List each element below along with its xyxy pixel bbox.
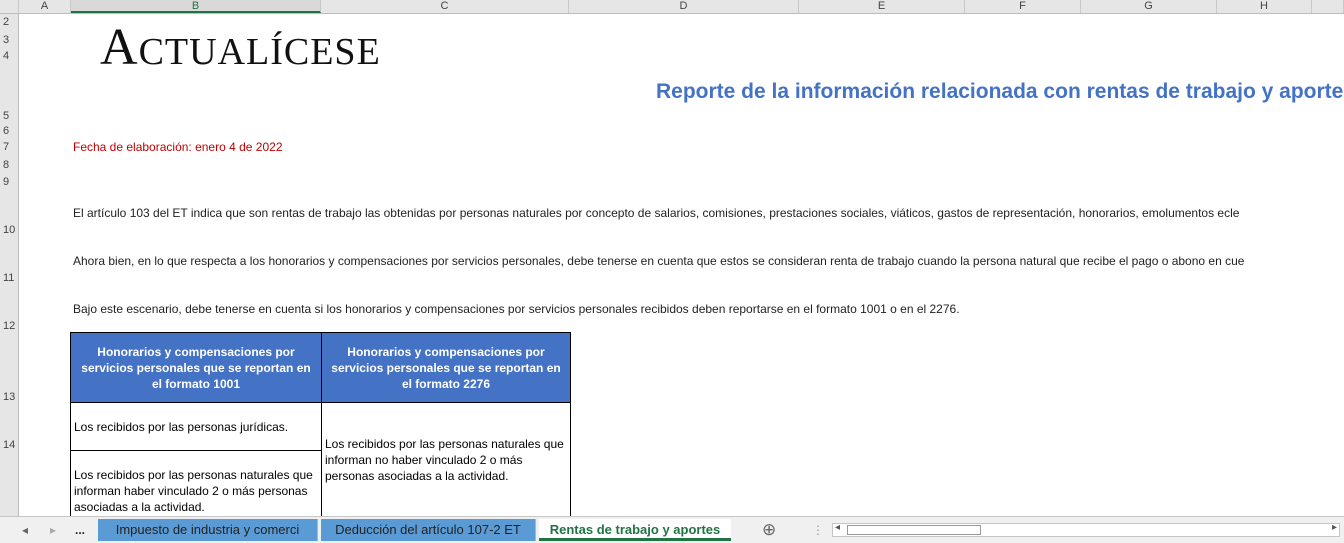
report-title[interactable]: Reporte de la información relacionada co…: [656, 80, 1343, 104]
tab-impuesto-industria[interactable]: Impuesto de industria y comerci: [98, 519, 318, 541]
sheet-tabs-bar: ◂ ▸ ... Impuesto de industria y comerci …: [0, 516, 1344, 543]
splitter-handle-icon[interactable]: ⋮: [812, 519, 824, 541]
paragraph-honorarios[interactable]: Ahora bien, en lo que respecta a los hon…: [73, 254, 1244, 268]
tab-deduccion-107-2[interactable]: Deducción del artículo 107-2 ET: [321, 519, 536, 541]
row-header-bar: 2 3 4 5 6 7 8 9 10 11 12 13 14: [0, 14, 19, 516]
column-header-bar: A B C D E F G H: [0, 0, 1344, 14]
column-header-d[interactable]: D: [569, 0, 799, 13]
tab-rentas-trabajo[interactable]: Rentas de trabajo y aportes: [539, 519, 731, 541]
table-cell-2276-naturales[interactable]: Los recibidos por las personas naturales…: [321, 402, 571, 516]
column-header-c[interactable]: C: [321, 0, 569, 13]
row-header[interactable]: 11: [0, 272, 18, 284]
row-header[interactable]: 14: [0, 439, 18, 451]
scrollbar-thumb[interactable]: [847, 525, 981, 535]
row-header[interactable]: 8: [0, 159, 18, 171]
table-cell-1001-naturales[interactable]: Los recibidos por las personas naturales…: [70, 450, 322, 516]
row-header[interactable]: 12: [0, 320, 18, 332]
column-header-g[interactable]: G: [1081, 0, 1217, 13]
row-header[interactable]: 10: [0, 224, 18, 236]
column-header-i[interactable]: [1312, 0, 1344, 13]
table-header-1001[interactable]: Honorarios y compensaciones por servicio…: [70, 332, 322, 403]
select-all-corner[interactable]: [0, 0, 19, 13]
formats-comparison-table: Honorarios y compensaciones por servicio…: [70, 332, 571, 516]
row-header[interactable]: 7: [0, 141, 18, 153]
row-header[interactable]: 2: [0, 16, 18, 28]
paragraph-articulo-103[interactable]: El artículo 103 del ET indica que son re…: [73, 206, 1239, 220]
row-header[interactable]: 6: [0, 125, 18, 137]
column-header-f[interactable]: F: [965, 0, 1081, 13]
scroll-right-arrow-icon[interactable]: ▸: [1332, 522, 1337, 533]
column-header-a[interactable]: A: [19, 0, 71, 13]
table-cell-juridicas[interactable]: Los recibidos por las personas jurídicas…: [70, 402, 322, 451]
scroll-left-arrow-icon[interactable]: ◂: [835, 522, 840, 533]
tab-scroll-left-icon[interactable]: ◂: [22, 519, 28, 541]
row-header[interactable]: 4: [0, 50, 18, 62]
table-header-2276[interactable]: Honorarios y compensaciones por servicio…: [321, 332, 571, 403]
row-header[interactable]: 5: [0, 110, 18, 122]
tab-scroll-right-icon[interactable]: ▸: [50, 519, 56, 541]
elaboration-date[interactable]: Fecha de elaboración: enero 4 de 2022: [73, 140, 283, 154]
row-header[interactable]: 13: [0, 391, 18, 403]
actualicese-logo: ACTUALÍCESE: [100, 19, 381, 76]
row-header[interactable]: 3: [0, 34, 18, 46]
paragraph-escenario[interactable]: Bajo este escenario, debe tenerse en cue…: [73, 302, 960, 316]
column-header-e[interactable]: E: [799, 0, 965, 13]
row-header[interactable]: 9: [0, 176, 18, 188]
add-sheet-icon[interactable]: ⊕: [762, 519, 776, 541]
tabs-overflow-ellipsis[interactable]: ...: [75, 519, 85, 541]
worksheet-grid[interactable]: ACTUALÍCESE Reporte de la información re…: [19, 14, 1344, 516]
horizontal-scrollbar[interactable]: ◂ ▸: [832, 522, 1340, 537]
column-header-h[interactable]: H: [1217, 0, 1312, 13]
column-header-b[interactable]: B: [71, 0, 321, 13]
